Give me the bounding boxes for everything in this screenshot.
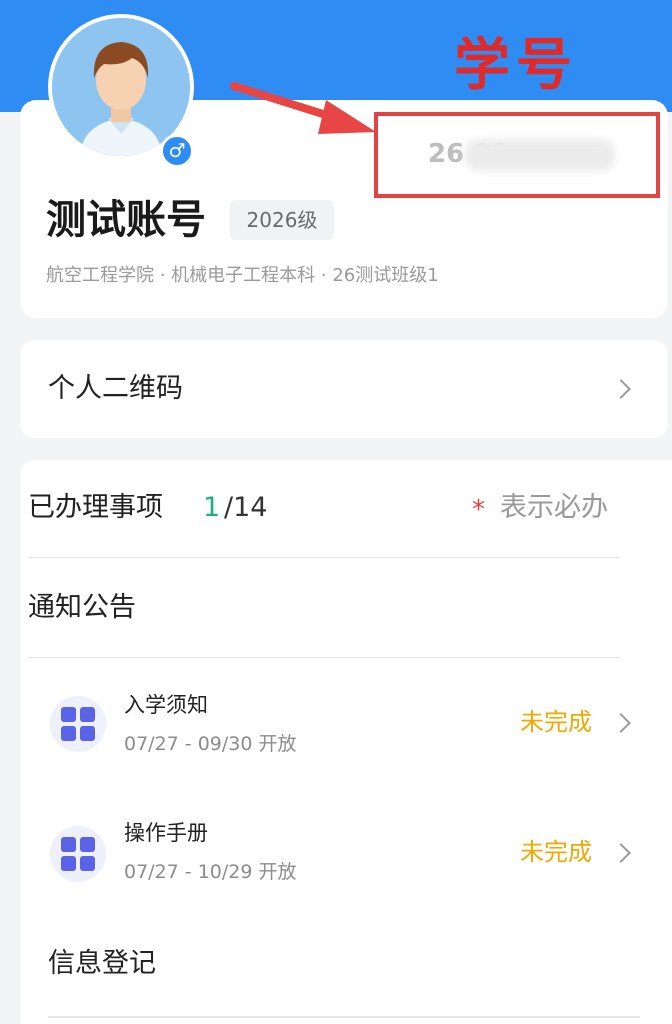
annotation-label: 学号 (454, 33, 578, 98)
chevron-right-icon (611, 379, 631, 399)
notices-title: 通知公告 (28, 592, 136, 623)
male-gender-icon: ♂ (160, 134, 194, 168)
required-star-icon: * (472, 495, 485, 525)
annotation-arrow-icon (230, 82, 376, 134)
student-id-mask (465, 139, 615, 171)
notice-item-title: 入学须知 (124, 693, 208, 717)
notice-item-status: 未完成 (520, 708, 592, 736)
tasks-header: 已办理事项 1 /14 * 表示必办 (28, 460, 620, 558)
required-hint: 表示必办 (500, 492, 608, 523)
affiliation-text: 航空工程学院 · 机械电子工程本科 · 26测试班级1 (46, 265, 439, 286)
info-registration-title: 信息登记 (48, 948, 156, 979)
notice-item-period: 07/27 - 10/29 开放 (124, 861, 297, 883)
divider (48, 1016, 640, 1018)
notices-header: 通知公告 (28, 560, 620, 658)
notice-item-status: 未完成 (520, 838, 592, 866)
qr-code-row[interactable]: 个人二维码 (20, 340, 668, 438)
notice-item-period: 07/27 - 09/30 开放 (124, 733, 297, 755)
user-name: 测试账号 (46, 197, 206, 243)
grid-icon (50, 826, 106, 882)
notice-item-title: 操作手册 (124, 821, 208, 845)
grid-icon (50, 696, 106, 752)
done-count: 1 (203, 492, 221, 523)
total-count: /14 (224, 492, 268, 523)
tasks-title: 已办理事项 (28, 492, 163, 523)
qr-code-label: 个人二维码 (48, 373, 183, 404)
grade-tag: 2026级 (230, 200, 334, 240)
